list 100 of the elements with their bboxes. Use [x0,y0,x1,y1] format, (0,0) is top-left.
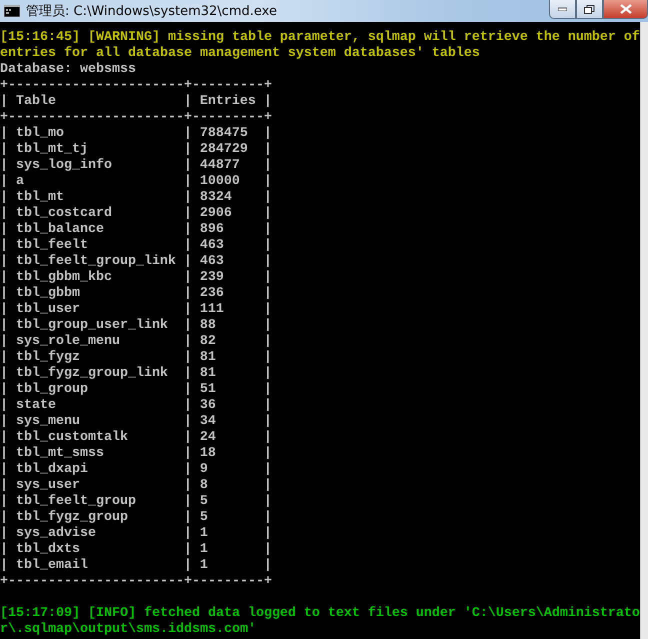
column-separator: | [184,430,192,446]
column-separator: | [184,142,192,158]
table-cell: 1 [200,526,208,541]
column-separator: | [0,478,8,494]
minimize-button[interactable] [549,0,576,19]
maximize-button[interactable] [576,0,603,19]
column-separator: | [0,558,8,574]
column-separator: | [264,302,272,318]
column-separator: | [0,174,8,190]
table-cell: sys_user [16,478,80,493]
table-cell: sys_role_menu [16,334,120,349]
table-border: +----------------------+---------+ [0,78,272,94]
table-cell: 1 [200,558,208,573]
column-separator: | [0,222,8,238]
table-cell: 81 [200,350,216,365]
column-separator: | [184,174,192,190]
column-separator: | [184,334,192,350]
table-cell: a [16,174,24,189]
column-separator: | [184,558,192,574]
column-separator: | [264,350,272,366]
column-separator: | [264,142,272,158]
window-title: 管理员: C:\Windows\system32\cmd.exe [26,3,277,20]
column-separator: | [264,478,272,494]
column-separator: | [0,270,8,286]
table-cell: sys_menu [16,414,80,429]
column-separator: | [264,222,272,238]
column-separator: | [184,478,192,494]
column-separator: | [264,286,272,302]
table-cell: tbl_dxts [16,542,80,557]
column-separator: | [0,302,8,318]
table-cell: tbl_user [16,302,80,317]
table-cell: 8 [200,478,208,493]
table-cell: 10000 [200,174,240,189]
table-cell: tbl_fygz [16,350,80,365]
table-cell: tbl_customtalk [16,430,128,445]
table-cell: tbl_feelt_group [16,494,136,509]
column-separator: | [264,382,272,398]
table-cell: 1 [200,542,208,557]
column-separator: | [0,206,8,222]
table-cell: 51 [200,382,216,397]
scrollbar[interactable] [640,22,648,639]
column-separator: | [0,158,8,174]
close-button[interactable] [603,0,648,19]
table-cell: 5 [200,510,208,525]
column-separator: | [0,286,8,302]
warning-message: [15:16:45] [WARNING] missing table parameter, sqlmap will retrieve the number of entries for all database management system databases' tables [0,30,640,62]
column-separator: | [184,206,192,222]
table-cell: 81 [200,366,216,381]
column-separator: | [0,542,8,558]
column-header: Entries [200,94,256,109]
table-cell: tbl_gbbm_kbc [16,270,112,285]
table-cell: sys_advise [16,526,96,541]
column-separator: | [264,526,272,542]
column-separator: | [184,158,192,174]
table-cell: tbl_email [16,558,88,573]
column-separator: | [0,366,8,382]
column-separator: | [184,270,192,286]
column-separator: | [264,158,272,174]
column-separator: | [0,414,8,430]
column-separator: | [0,254,8,270]
table-cell: 236 [200,286,224,301]
table-cell: sys_log_info [16,158,112,173]
column-header: Table [16,94,56,109]
restore-icon [584,4,595,14]
table-cell: 18 [200,446,216,461]
column-separator: | [184,286,192,302]
column-separator: | [0,430,8,446]
column-separator: | [184,366,192,382]
column-separator: | [0,318,8,334]
column-separator: | [264,270,272,286]
column-separator: | [264,334,272,350]
table-border: +----------------------+---------+ [0,574,272,590]
column-separator: | [264,126,272,142]
table-cell: tbl_balance [16,222,104,237]
column-separator: | [0,334,8,350]
column-separator: | [264,398,272,414]
column-separator: | [184,382,192,398]
column-separator: | [0,142,8,158]
column-separator: | [0,94,8,110]
table-cell: 239 [200,270,224,285]
table-cell: tbl_mo [16,126,64,141]
info-message: [15:17:09] [INFO] fetched data logged to text files under 'C:\Users\Administrator\.sqlmap\output\sms.iddsms.com' [0,606,640,638]
table-cell: 88 [200,318,216,333]
column-separator: | [0,382,8,398]
column-separator: | [264,430,272,446]
table-cell: 34 [200,414,216,429]
column-separator: | [0,238,8,254]
table-cell: 2906 [200,206,232,221]
table-cell: 8324 [200,190,232,205]
table-cell: 82 [200,334,216,349]
column-separator: | [184,126,192,142]
table-cell: 24 [200,430,216,445]
table-cell: tbl_fygz_group [16,510,128,525]
table-cell: 36 [200,398,216,413]
table-cell: 463 [200,238,224,253]
table-cell: 44877 [200,158,240,173]
table-cell: tbl_costcard [16,206,112,221]
column-separator: | [264,446,272,462]
column-separator: | [184,414,192,430]
column-separator: | [184,446,192,462]
